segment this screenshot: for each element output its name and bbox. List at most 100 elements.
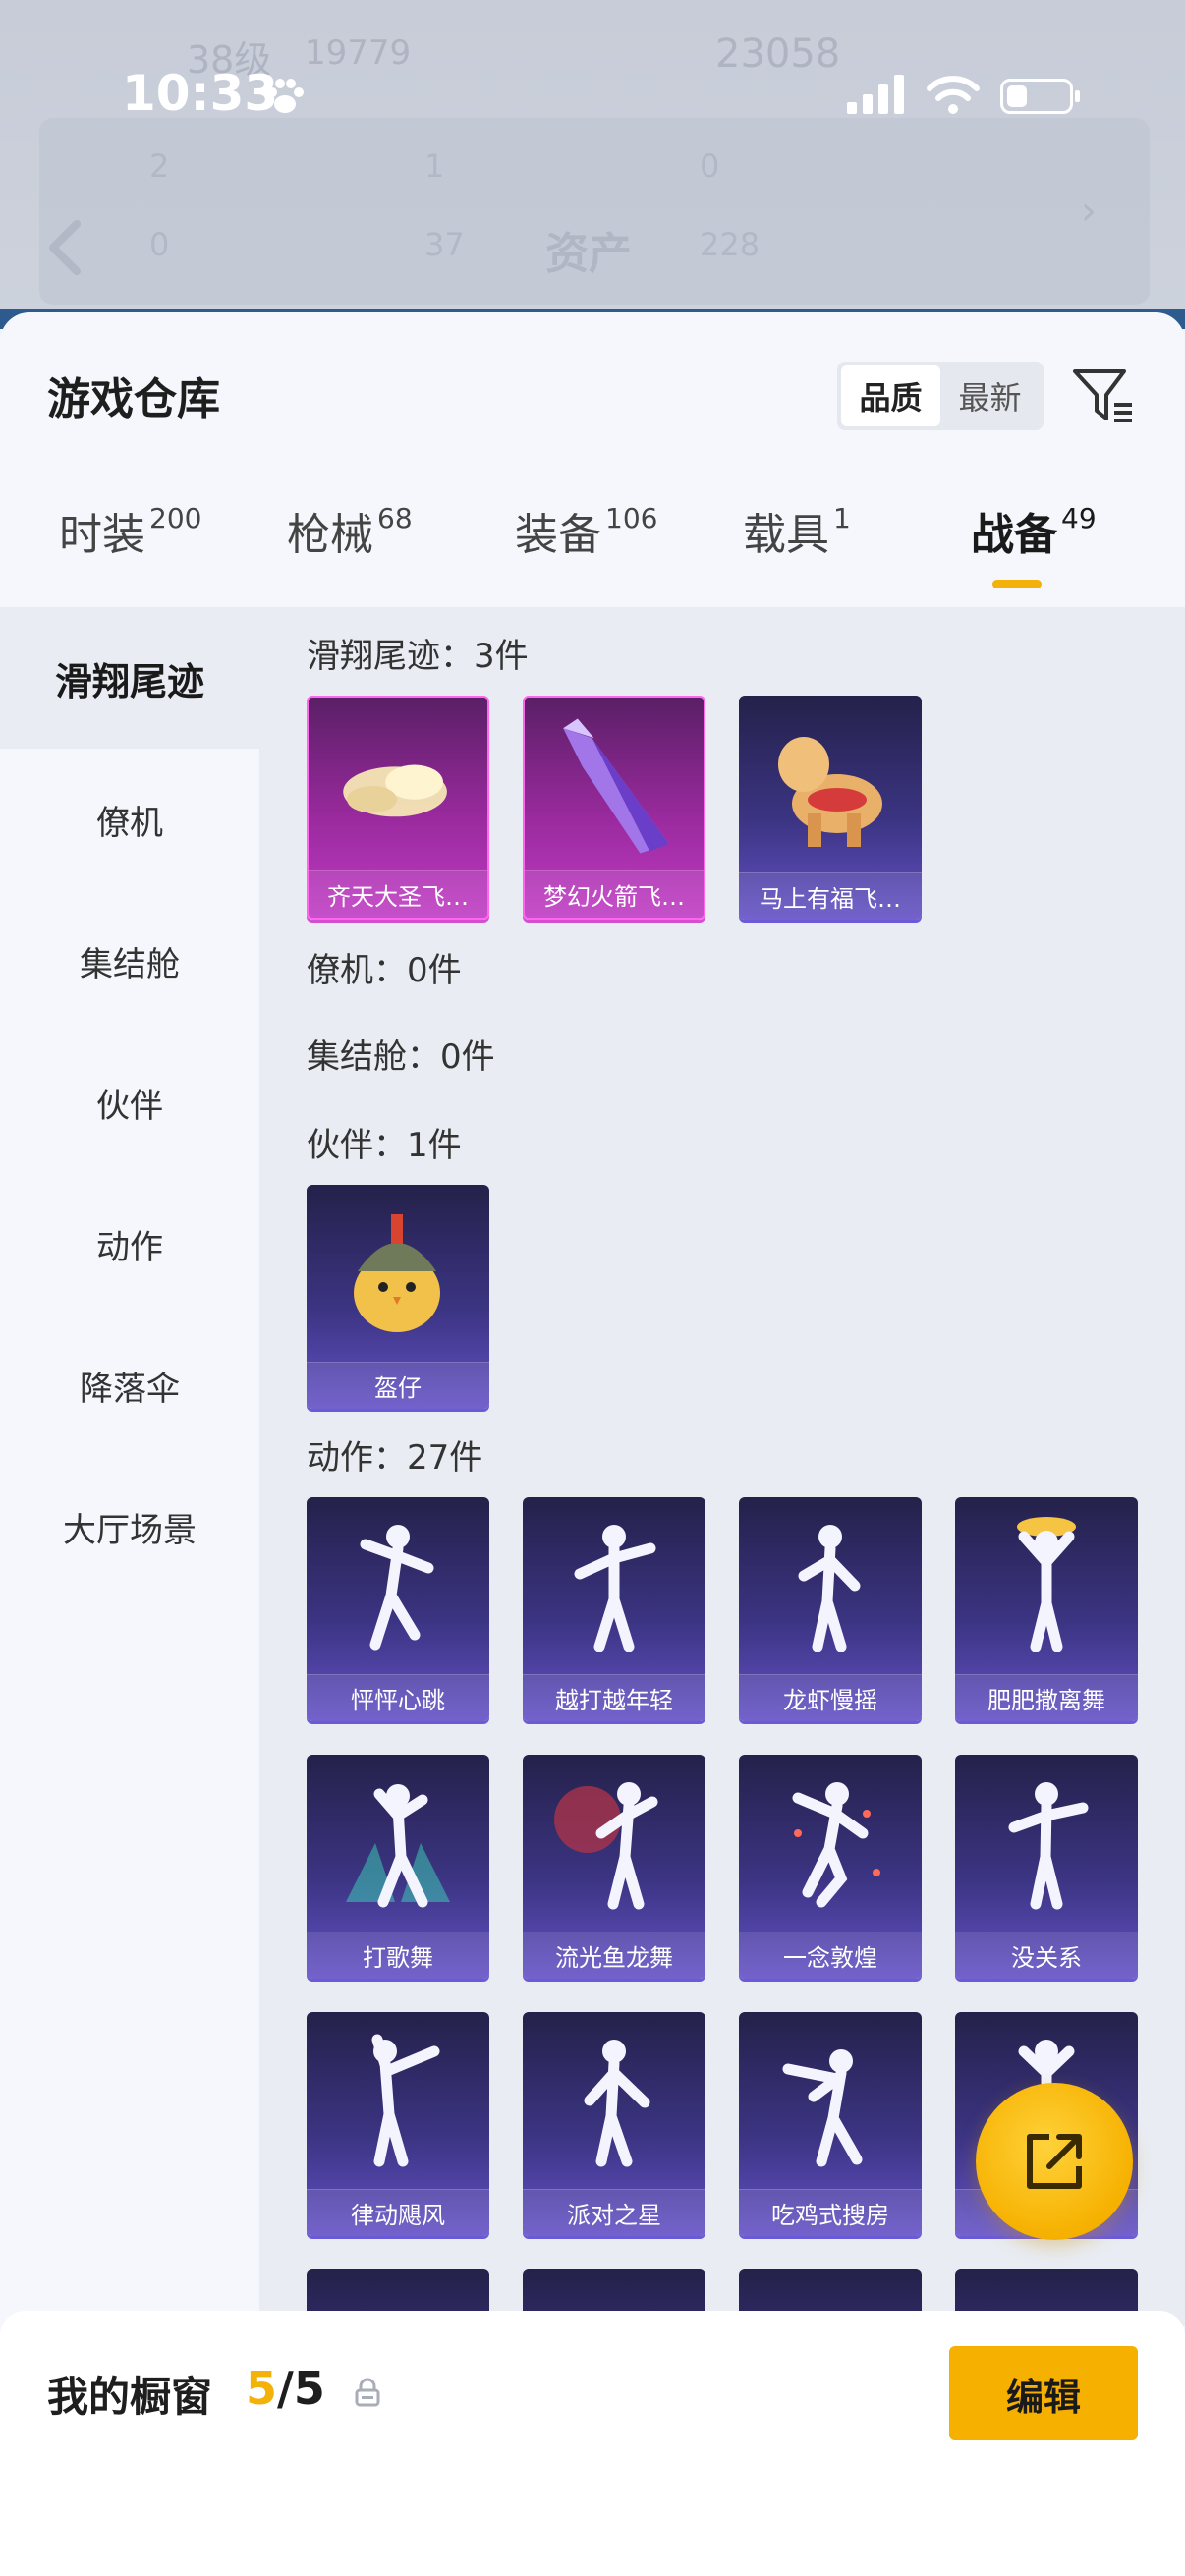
edit-button[interactable]: 编辑 xyxy=(949,2346,1138,2440)
helmet-chick-image xyxy=(354,1214,440,1332)
item-name: 龙虾慢摇 xyxy=(739,1674,922,1721)
item-name: 流光鱼龙舞 xyxy=(523,1932,705,1979)
item-name: 没关系 xyxy=(955,1932,1138,1979)
dancer-silhouette-image xyxy=(792,1782,880,1908)
showcase-bar: 我的橱窗 5/5 编辑 xyxy=(0,2311,1185,2576)
sidebar-item-parachute[interactable]: 降落伞 xyxy=(0,1315,259,1456)
tab-label: 战备 xyxy=(971,510,1057,560)
dancer-silhouette-image xyxy=(798,1525,861,1652)
active-tab-indicator xyxy=(992,580,1042,588)
bg-stat: 37 xyxy=(424,226,465,263)
item-name: 一念敦煌 xyxy=(739,1932,922,1979)
item-name: 越打越年轻 xyxy=(523,1674,705,1721)
item-name: 马上有福飞… xyxy=(739,872,922,920)
bg-hot: 23058 xyxy=(715,31,841,77)
rocket-wing-image xyxy=(563,718,669,854)
item-name: 肥肥撒离舞 xyxy=(955,1674,1138,1721)
tab-vehicles[interactable]: 载具 1 xyxy=(743,499,851,562)
tab-weapons[interactable]: 枪械 68 xyxy=(287,499,413,562)
showcase-label: 我的橱窗 xyxy=(47,2373,213,2421)
dancer-silhouette-image xyxy=(554,1782,658,1910)
item-card[interactable]: 打歌舞 xyxy=(307,1755,489,1979)
sort-quality-button[interactable]: 品质 xyxy=(841,365,940,426)
item-card[interactable]: 越打越年轻 xyxy=(523,1497,705,1721)
item-list: 滑翔尾迹：3件 齐天大圣飞… 梦幻火箭飞… 马上有福飞… 僚机：0件 集结舱：0… xyxy=(259,607,1185,2326)
section-title: 集结舱：0件 xyxy=(307,1037,495,1077)
sidebar-item-glide-trail[interactable]: 滑翔尾迹 xyxy=(0,607,259,749)
sort-newest-button[interactable]: 最新 xyxy=(940,365,1040,426)
section-title: 滑翔尾迹：3件 xyxy=(307,637,529,676)
item-card[interactable]: 盔仔 xyxy=(307,1185,489,1409)
tab-combat-gear[interactable]: 战备 49 xyxy=(971,499,1097,562)
item-name: 吃鸡式搜房 xyxy=(739,2189,922,2236)
bg-stat: 2 xyxy=(149,147,170,185)
item-name: 盔仔 xyxy=(307,1362,489,1409)
tab-equipment[interactable]: 装备 106 xyxy=(515,499,657,562)
showcase-current: 5 xyxy=(246,2362,278,2415)
item-card[interactable]: 龙虾慢摇 xyxy=(739,1497,922,1721)
dancer-silhouette-image xyxy=(584,2040,650,2167)
battery-icon xyxy=(1000,79,1080,114)
chevron-right-icon: › xyxy=(1081,189,1097,234)
tab-fashion[interactable]: 时装 200 xyxy=(59,499,201,562)
page-title: 游戏仓库 xyxy=(47,374,220,424)
bg-stat: 228 xyxy=(700,226,761,263)
item-card[interactable]: 吃鸡式搜房 xyxy=(739,2012,922,2236)
filter-icon[interactable] xyxy=(1071,364,1136,428)
share-icon xyxy=(1027,2134,1082,2189)
dancer-silhouette-image xyxy=(1008,1782,1089,1910)
dancer-silhouette-image xyxy=(574,1525,656,1652)
item-card[interactable]: 怦怦心跳 xyxy=(307,1497,489,1721)
sidebar-item-rally-pod[interactable]: 集结舱 xyxy=(0,890,259,1032)
item-name: 打歌舞 xyxy=(307,1932,489,1979)
item-card[interactable]: 没关系 xyxy=(955,1755,1138,1979)
section-title: 僚机：0件 xyxy=(307,951,462,990)
dancer-silhouette-image xyxy=(360,1525,434,1651)
dancer-silhouette-image xyxy=(782,2049,863,2167)
item-card[interactable]: 齐天大圣飞… xyxy=(307,696,489,920)
item-name: 梦幻火箭飞… xyxy=(525,870,704,918)
showcase-total: /5 xyxy=(277,2362,325,2415)
item-card[interactable]: 派对之星 xyxy=(523,2012,705,2236)
tab-count: 49 xyxy=(1061,502,1097,534)
horse-toy-image xyxy=(778,737,882,847)
cloud-trail-image xyxy=(343,764,447,817)
item-card[interactable]: 肥肥撒离舞 xyxy=(955,1497,1138,1721)
item-card[interactable]: 马上有福飞… xyxy=(739,696,922,920)
section-title: 伙伴：1件 xyxy=(307,1126,462,1165)
tab-label: 装备 xyxy=(515,510,601,560)
background-app: 38级 19779 23058 2 1 0 0 37 228 资产 › xyxy=(0,0,1185,324)
tab-count: 68 xyxy=(377,502,413,534)
sidebar-item-emote[interactable]: 动作 xyxy=(0,1173,259,1315)
wifi-icon xyxy=(927,76,980,114)
tab-label: 时装 xyxy=(59,510,145,560)
tab-count: 1 xyxy=(833,502,851,534)
sidebar-item-lobby-scene[interactable]: 大厅场景 xyxy=(0,1456,259,1597)
warehouse-sheet: 游戏仓库 品质 最新 时装 200 枪械 68 装备 106 载具 1 战备 49 滑翔尾… xyxy=(0,312,1185,2576)
bg-stat: 0 xyxy=(700,147,720,185)
dancer-silhouette-image xyxy=(346,1784,450,1908)
dancer-silhouette-image xyxy=(371,2034,440,2167)
section-title: 动作：27件 xyxy=(307,1438,483,1478)
item-name: 律动飓风 xyxy=(307,2189,489,2236)
status-time: 10:33 xyxy=(122,65,279,122)
bg-stat: 1 xyxy=(424,147,445,185)
item-card[interactable]: 一念敦煌 xyxy=(739,1755,922,1979)
sidebar-item-companion[interactable]: 伙伴 xyxy=(0,1032,259,1173)
tab-count: 106 xyxy=(605,502,658,534)
sidebar-item-wingman[interactable]: 僚机 xyxy=(0,749,259,890)
item-name: 派对之星 xyxy=(523,2189,705,2236)
bg-assets-title: 资产 xyxy=(545,229,632,279)
sidebar: 滑翔尾迹 僚机 集结舱 伙伴 动作 降落伞 大厅场景 xyxy=(0,607,259,2576)
category-tabs: 时装 200 枪械 68 装备 106 载具 1 战备 49 xyxy=(0,499,1185,607)
back-icon[interactable] xyxy=(45,218,85,277)
item-card[interactable]: 梦幻火箭飞… xyxy=(523,696,705,920)
item-name: 齐天大圣飞… xyxy=(309,870,487,918)
tab-label: 枪械 xyxy=(287,510,373,560)
share-button[interactable] xyxy=(976,2083,1133,2240)
sort-toggle: 品质 最新 xyxy=(837,362,1044,430)
lock-icon xyxy=(355,2378,380,2407)
item-card[interactable]: 流光鱼龙舞 xyxy=(523,1755,705,1979)
showcase-count: 5/5 xyxy=(246,2362,325,2415)
item-card[interactable]: 律动飓风 xyxy=(307,2012,489,2236)
